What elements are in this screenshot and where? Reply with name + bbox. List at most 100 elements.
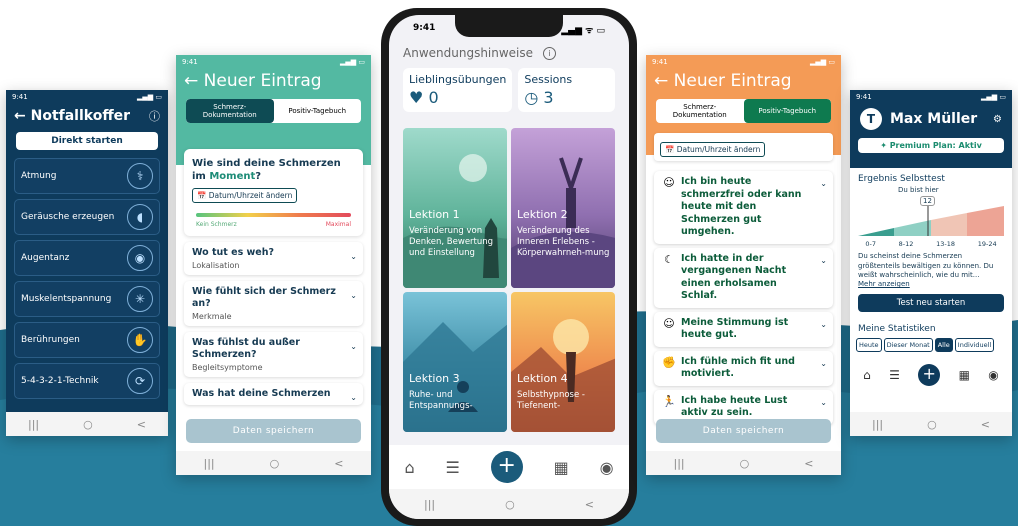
exercise-item[interactable]: Geräusche erzeugen ◖ [14,199,160,235]
status-bar: 9:41 ▂▄▆ ▭ [176,55,371,69]
result-text: Du scheinst deine Schmerzen größtenteils… [858,252,994,279]
question-accordion[interactable]: Wo tut es weh? Lokalisation ⌄ [184,242,363,275]
slider-labels: Kein Schmerz Maximal [192,221,355,228]
question-highlight: Moment [209,171,256,182]
status-time: 9:41 [413,23,436,33]
profile-tab-icon[interactable]: ◉ [600,458,614,477]
page-title[interactable]: ← Neuer Eintrag [176,69,371,93]
recents-button[interactable]: ||| [28,418,39,431]
back-button[interactable]: < [981,418,990,431]
signal-icon: ▂▄▆ ▭ [340,58,365,66]
entry-tabs: Schmerz- Dokumentation Positiv-Tagebuch [186,99,361,123]
exercise-item[interactable]: Augentanz ◉ [14,240,160,276]
home-tab-icon[interactable]: ⌂ [863,368,871,382]
page-title[interactable]: ← Neuer Eintrag [646,69,841,93]
calendar-tab-icon[interactable]: ▦ [554,458,569,477]
list-tab-icon[interactable]: ☰ [445,458,459,477]
home-button[interactable]: ○ [740,457,750,470]
status-bar: 9:41 ▂▄▆ ▭ [850,90,1012,104]
back-button[interactable]: < [334,457,343,470]
recents-button[interactable]: ||| [424,498,435,511]
calendar-tab-icon[interactable]: ▦ [959,368,970,382]
lesson-card-1[interactable]: Lektion 1 Veränderung von Denken, Bewert… [403,128,507,288]
recents-button[interactable]: ||| [204,457,215,470]
exercise-label: 5-4-3-2-1-Technik [21,376,99,386]
signal-icon: ▂▄▆ ▭ [981,93,1006,101]
eye-icon: ◉ [127,245,153,271]
period-today[interactable]: Heute [856,338,882,352]
phone-frame: 9:41 ▂▄▆ ᯤ ▭ Anwendungshinweise i Lieblin… [381,8,637,526]
period-all[interactable]: Alle [934,338,953,352]
lesson-card-3[interactable]: Lektion 3 Ruhe- und Entspannungs- [403,292,507,432]
pain-question: Wie sind deine Schmerzen im Moment? [192,157,355,183]
question-accordion[interactable]: Was hat deine Schmerzen ⌄ [184,383,363,405]
list-tab-icon[interactable]: ☰ [889,368,900,382]
accordion-title: Wie fühlt sich der Schmerz an? [192,286,336,309]
change-date-button[interactable]: 📅 Datum/Uhrzeit ändern [192,188,298,203]
question-accordion[interactable]: Wie fühlt sich der Schmerz an? Merkmale ⌄ [184,281,363,326]
tab-pain-documentation[interactable]: Schmerz- Dokumentation [656,99,744,123]
home-tab-icon[interactable]: ⌂ [404,458,414,477]
period-selector: Heute Dieser Monat Alle Individuell [850,336,1012,354]
profile-row: T Max Müller ⚙ [850,104,1012,134]
info-icon[interactable]: i [543,46,557,60]
save-button[interactable]: Daten speichern [186,419,361,443]
page-title[interactable]: ← Notfallkoffer [14,108,130,124]
diary-text: Ich hatte in der vergangenen Nacht einen… [681,252,787,302]
home-button[interactable]: ○ [505,498,515,511]
tab-pain-documentation[interactable]: Schmerz- Dokumentation [186,99,274,123]
diary-item[interactable]: ☾ Ich hatte in der vergangenen Nacht eine… [654,247,833,308]
start-now-button[interactable]: Direkt starten [16,132,158,150]
home-button[interactable]: ○ [270,457,280,470]
restart-test-button[interactable]: Test neu starten [858,294,1004,312]
home-button[interactable]: ○ [83,418,93,431]
diary-item[interactable]: ✊ Ich fühle mich fit und motiviert. ⌄ [654,350,833,386]
chevron-down-icon: ⌄ [820,397,827,407]
tab-positive-diary[interactable]: Positiv-Tagebuch [274,99,362,123]
back-button[interactable]: < [804,457,813,470]
exercise-item[interactable]: 5-4-3-2-1-Technik ⟳ [14,363,160,399]
exercise-item[interactable]: Berührungen ✋ [14,322,160,358]
settings-icon[interactable]: ⚙ [993,114,1002,125]
recents-button[interactable]: ||| [674,457,685,470]
sessions-value: ◷ 3 [524,88,609,107]
period-custom[interactable]: Individuell [954,338,995,352]
user-name: Max Müller [890,111,978,127]
sessions-card[interactable]: Sessions ◷ 3 [518,68,615,112]
question-accordion[interactable]: Was fühlst du außer Schmerzen? Begleitsym… [184,332,363,377]
recents-button[interactable]: ||| [872,418,883,431]
diary-item[interactable]: ☺ Ich bin heute schmerzfrei oder kann heu… [654,171,833,244]
add-entry-button[interactable]: + [490,451,523,483]
accordion-subtitle: Merkmale [192,312,232,321]
avatar[interactable]: T [860,108,882,130]
info-icon[interactable]: ⓘ [149,108,160,124]
lesson-card-2[interactable]: Lektion 2 Veränderung des Inneren Erlebe… [511,128,615,288]
diary-item[interactable]: ☺ Meine Stimmung ist heute gut. ⌄ [654,311,833,347]
new-entry-diary-screen: 9:41 ▂▄▆ ▭ ← Neuer Eintrag Schmerz- Dokum… [646,55,841,475]
show-more-link[interactable]: Mehr anzeigen [850,280,1012,288]
pain-slider[interactable] [196,213,351,217]
diary-text: Ich fühle mich fit und motiviert. [681,355,795,380]
save-button[interactable]: Daten speichern [656,419,831,443]
exercise-item[interactable]: Muskelentspannung ✳ [14,281,160,317]
stats-row: Lieblingsübungen ♥ 0 Sessions ◷ 3 [389,64,629,116]
android-nav: ||| ○ < [389,489,629,519]
sessions-count: 3 [543,88,554,107]
lesson-card-4[interactable]: Lektion 4 Selbsthypnose - Tiefenent- [511,292,615,432]
instructions-link[interactable]: Anwendungshinweise [403,46,533,60]
diary-text: Meine Stimmung ist heute gut. [681,316,789,341]
favorites-card[interactable]: Lieblingsübungen ♥ 0 [403,68,513,112]
premium-badge[interactable]: ✦ Premium Plan: Aktiv [858,138,1004,153]
heart-icon: ♥ [409,88,424,107]
period-month[interactable]: Dieser Monat [883,338,933,352]
back-button[interactable]: < [137,418,146,431]
back-button[interactable]: < [585,498,594,511]
tab-positive-diary[interactable]: Positiv-Tagebuch [743,99,831,123]
profile-tab-icon[interactable]: ◉ [988,368,998,382]
home-button[interactable]: ○ [927,418,937,431]
exercise-item[interactable]: Atmung ⚕ [14,158,160,194]
add-entry-button[interactable]: + [918,364,941,386]
question-mark: ? [255,171,262,182]
change-date-button[interactable]: 📅 Datum/Uhrzeit ändern [660,142,766,157]
accordion-title: Was fühlst du außer Schmerzen? [192,337,300,360]
